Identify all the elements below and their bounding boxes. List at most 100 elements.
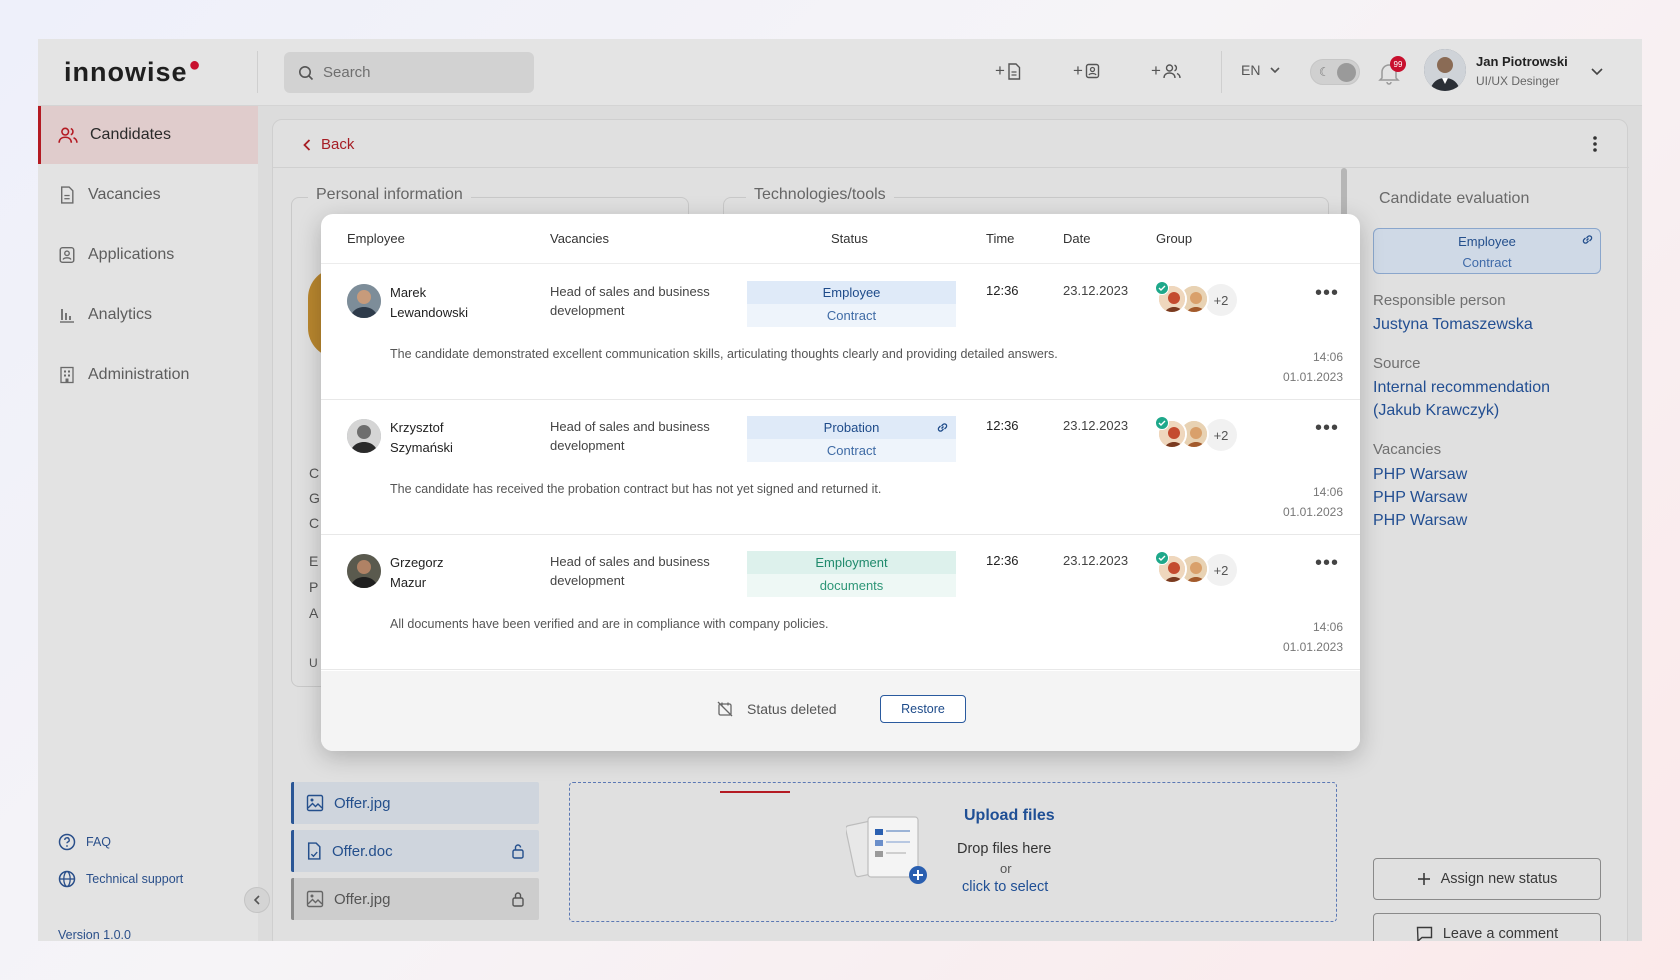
chevron-down-icon [1591, 68, 1603, 76]
status-badge[interactable]: Employee Contract [747, 281, 956, 327]
status-label: Employment [747, 551, 956, 574]
lock-icon[interactable] [511, 891, 525, 907]
language-value: EN [1241, 62, 1261, 78]
status-badge[interactable]: Employment documents [747, 551, 956, 597]
support-label: Technical support [86, 872, 184, 886]
row-actions-button[interactable]: ••• [1315, 552, 1339, 575]
file-item[interactable]: Offer.doc [291, 830, 539, 872]
section-title: Personal information [308, 186, 471, 204]
file-item[interactable]: Offer.jpg [291, 878, 539, 920]
version-label: Version 1.0.0 [58, 928, 131, 941]
check-icon [1155, 551, 1169, 565]
upload-select-link[interactable]: click to select [962, 879, 1048, 895]
add-candidate-button[interactable]: + [1151, 61, 1181, 81]
upload-dropzone[interactable]: Upload files Drop files here or click to… [569, 782, 1337, 922]
sidebar-item-candidates[interactable]: Candidates [38, 106, 258, 164]
group-avatars[interactable]: +2 [1155, 416, 1247, 451]
back-button[interactable]: Back [303, 136, 354, 153]
row-actions-button[interactable]: ••• [1315, 282, 1339, 305]
check-icon [1155, 416, 1169, 430]
users-icon [58, 127, 78, 143]
first-name: Grzegorz [390, 555, 444, 570]
image-file-icon [306, 890, 324, 908]
help-circle-icon [58, 833, 76, 851]
vacancy-line: development [550, 302, 625, 318]
sidebar-item-applications[interactable]: Applications [38, 226, 258, 284]
group-avatars[interactable]: +2 [1155, 281, 1247, 316]
truncated-text: U [309, 656, 318, 670]
employee-name: Marek Lewandowski [390, 283, 490, 323]
deleted-calendar-icon [717, 701, 733, 717]
chevron-down-icon [1270, 67, 1281, 73]
comment-timestamp: 14:06 01.01.2023 [1283, 482, 1343, 522]
comment-time: 14:06 [1312, 485, 1343, 499]
modal-footer: Status deleted Restore [321, 671, 1360, 751]
add-document-button[interactable]: + [995, 61, 1021, 81]
vacancy-line: development [550, 572, 625, 588]
status-badge[interactable]: Probation Contract [747, 416, 956, 462]
status-deleted-text: Status deleted [747, 701, 837, 717]
avatar [347, 554, 381, 588]
time-value: 12:36 [986, 553, 1019, 568]
sidebar-item-analytics[interactable]: Analytics [38, 286, 258, 344]
current-status-chip[interactable]: Employee Contract [1373, 228, 1601, 274]
status-sublabel: documents [747, 574, 956, 597]
table-row[interactable]: Krzysztof Szymański Head of sales and bus… [321, 400, 1360, 535]
faq-link[interactable]: FAQ [58, 833, 111, 851]
globe-icon [58, 870, 76, 888]
search-box[interactable] [284, 52, 534, 93]
collapse-sidebar-button[interactable] [244, 887, 270, 913]
source-value[interactable]: Internal recommendation [1373, 376, 1550, 399]
sidebar-item-administration[interactable]: Administration [38, 346, 258, 404]
leave-comment-button[interactable]: Leave a comment [1373, 913, 1601, 941]
vacancy-link[interactable]: PHP Warsaw [1373, 463, 1467, 486]
user-menu-button[interactable] [1591, 63, 1603, 81]
comment-date: 01.01.2023 [1282, 370, 1343, 384]
unlock-icon[interactable] [511, 843, 525, 859]
add-application-button[interactable]: + [1073, 61, 1100, 81]
responsible-person-link[interactable]: Justyna Tomaszewska [1373, 313, 1533, 336]
sidebar-item-vacancies[interactable]: Vacancies [38, 166, 258, 224]
person-photo-icon [347, 419, 381, 453]
restore-button[interactable]: Restore [880, 695, 966, 723]
table-row[interactable]: Marek Lewandowski Head of sales and busin… [321, 265, 1360, 400]
file-name: Offer.jpg [334, 890, 391, 908]
vacancy-link[interactable]: PHP Warsaw [1373, 486, 1467, 509]
notifications-button[interactable]: 99 [1378, 56, 1406, 90]
row-actions-button[interactable]: ••• [1315, 417, 1339, 440]
source-referrer[interactable]: (Jakub Krawczyk) [1373, 399, 1499, 422]
file-name: Offer.doc [332, 842, 393, 860]
status-history-modal: Employee Vacancies Status Time Date Grou… [321, 214, 1360, 751]
sidebar: Candidates Vacancies Applications Analyt… [38, 106, 258, 941]
technical-support-link[interactable]: Technical support [58, 870, 183, 888]
sidebar-item-label: Vacancies [88, 186, 161, 203]
first-name: Krzysztof [390, 420, 444, 435]
assign-new-status-button[interactable]: Assign new status [1373, 858, 1601, 900]
person-photo-icon [347, 554, 381, 588]
kebab-menu-icon [1593, 136, 1597, 152]
user-avatar[interactable] [1424, 49, 1466, 91]
link-icon[interactable] [936, 421, 949, 434]
person-photo-icon [347, 284, 381, 318]
table-row[interactable]: Grzegorz Mazur Head of sales and business… [321, 535, 1360, 670]
more-options-button[interactable] [1593, 136, 1597, 157]
first-name: Marek [390, 285, 427, 300]
search-input[interactable] [323, 64, 513, 81]
truncated-text: A [309, 605, 319, 621]
group-avatars[interactable]: +2 [1155, 551, 1247, 586]
last-name: Mazur [390, 575, 427, 590]
button-label: Assign new status [1440, 871, 1558, 887]
link-icon[interactable] [1581, 233, 1594, 246]
chevron-left-icon [303, 138, 311, 151]
language-select[interactable]: EN [1241, 62, 1281, 78]
user-role: UI/UX Desinger [1476, 74, 1560, 88]
vacancy-link[interactable]: PHP Warsaw [1373, 509, 1467, 532]
vacancy-text: Head of sales and business development [550, 418, 720, 455]
section-title: Technologies/tools [746, 186, 894, 204]
logo[interactable]: innowise● [64, 54, 202, 88]
group-more-count: +2 [1205, 554, 1237, 586]
column-header: Group [1156, 231, 1193, 246]
sidebar-item-label: Administration [88, 366, 190, 383]
file-item[interactable]: Offer.jpg [291, 782, 539, 824]
theme-toggle[interactable]: ☾ [1310, 59, 1360, 85]
